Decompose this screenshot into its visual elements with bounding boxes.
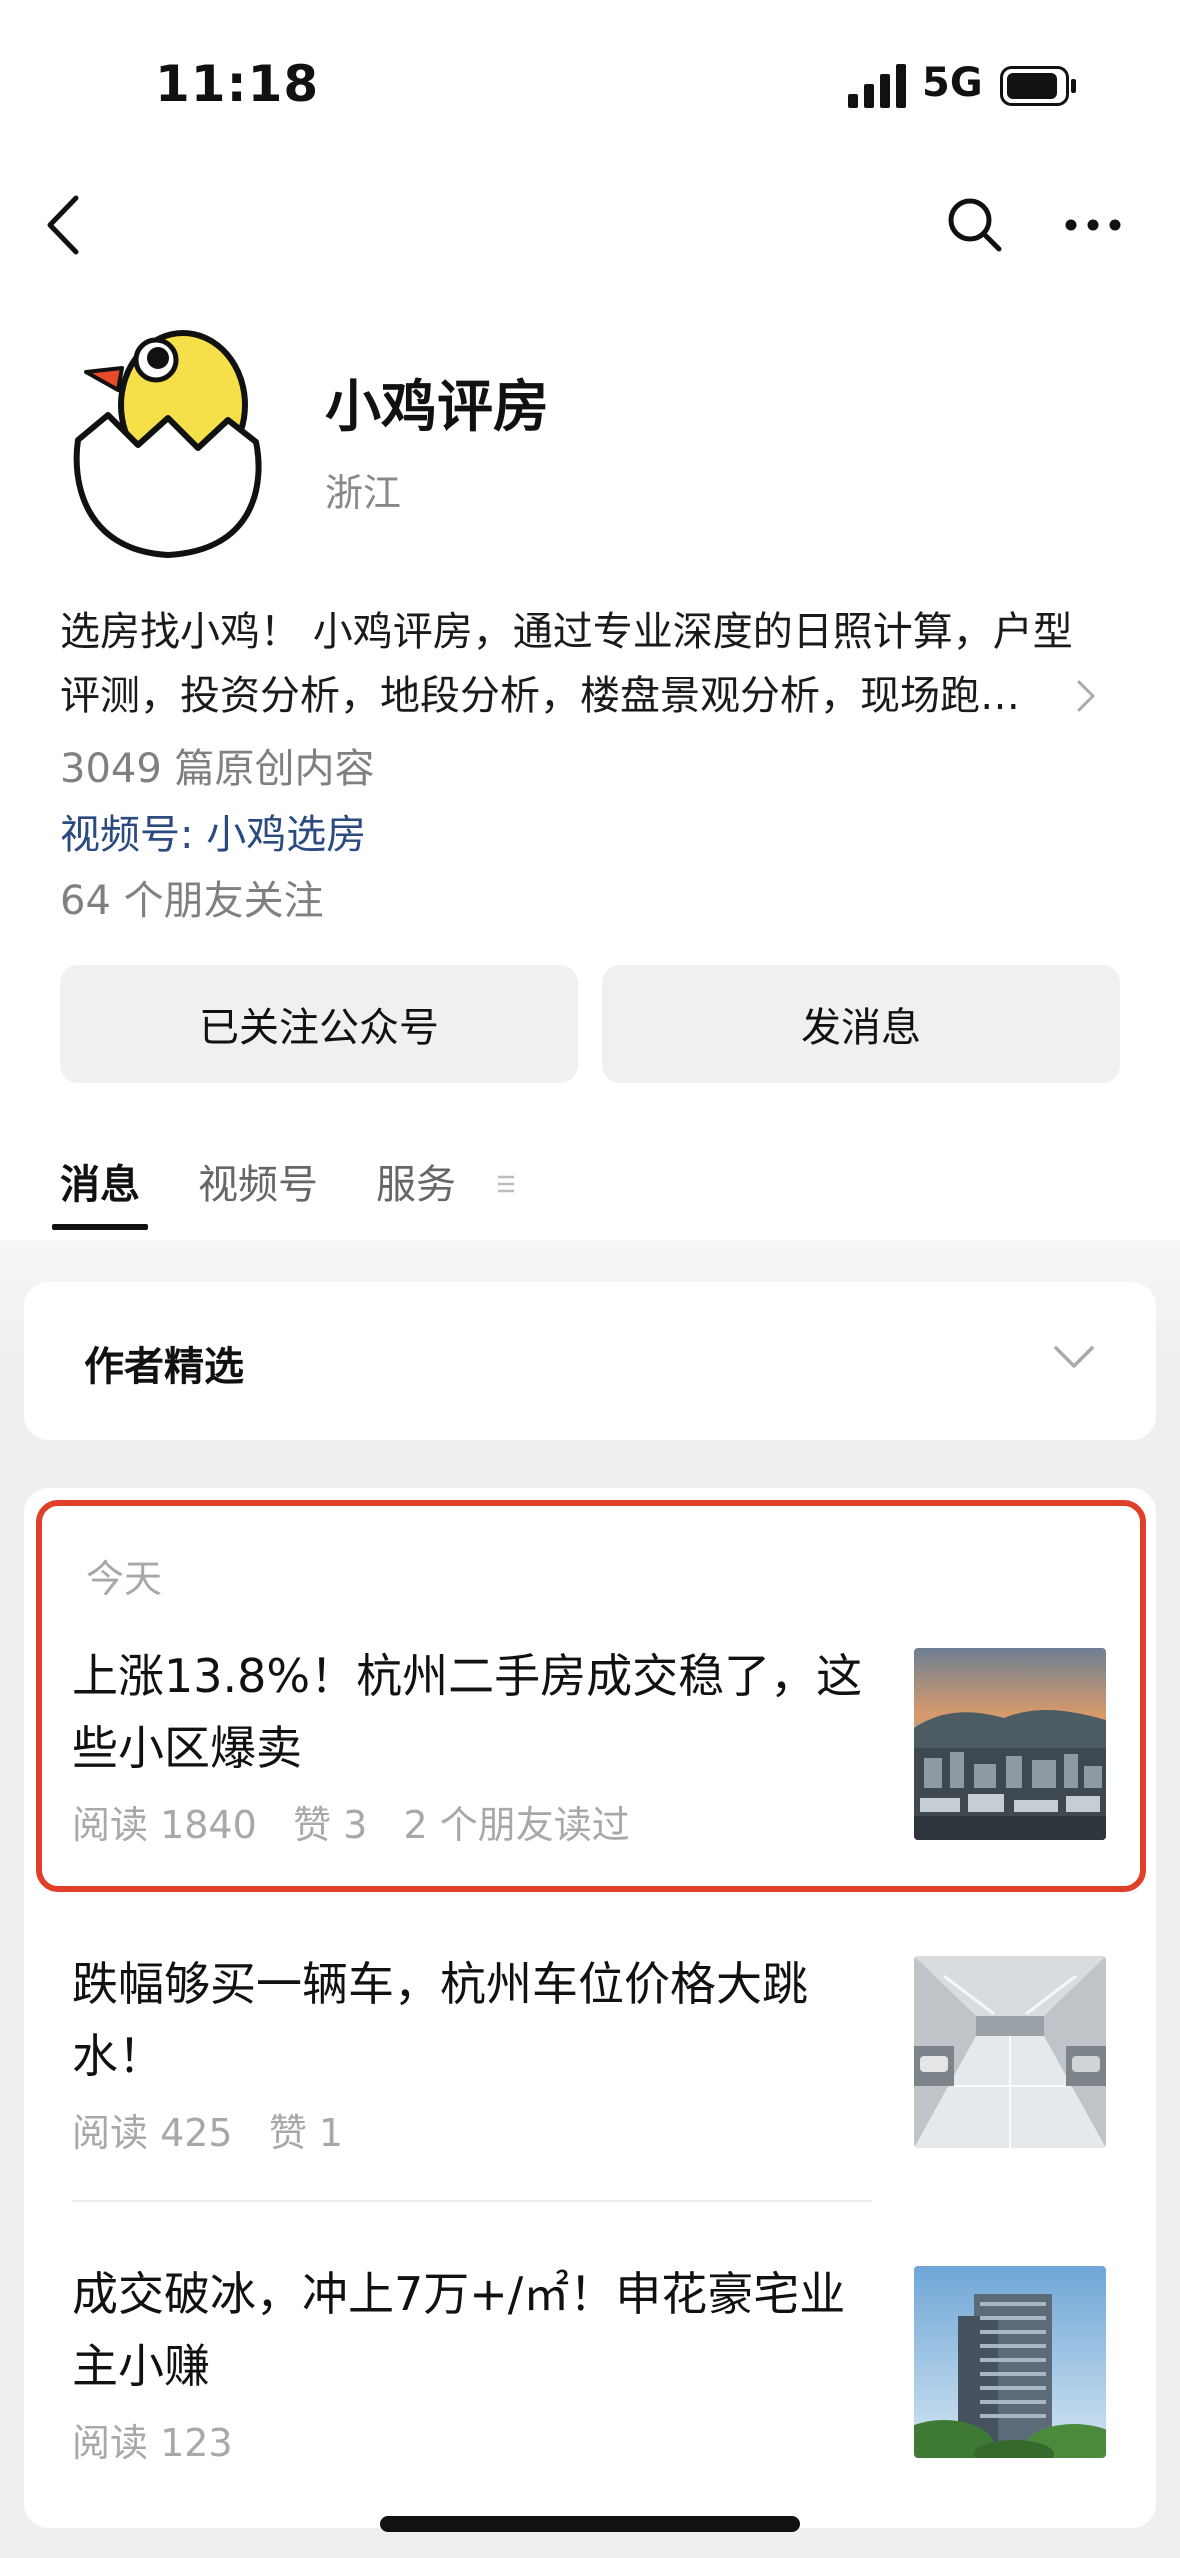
signal-icon [848, 64, 906, 108]
article-item[interactable]: 上涨13.8%！杭州二手房成交稳了，这些小区爆卖 阅读 1840 赞 3 2 个… [72, 1640, 1112, 1860]
send-message-button[interactable]: 发消息 [602, 965, 1120, 1083]
article-title: 上涨13.8%！杭州二手房成交稳了，这些小区爆卖 [72, 1649, 863, 1775]
bio-line-2: 评测，投资分析，地段分析，楼盘景观分析，现场跑… [60, 673, 1020, 719]
article-item[interactable]: 跌幅够买一辆车，杭州车位价格大跳水！ 阅读 425 赞 1 [72, 1948, 1112, 2168]
city-skyline-photo [914, 1648, 1106, 1840]
article-title: 成交破冰，冲上7万+/㎡！申花豪宅业主小赚 [72, 2267, 846, 2393]
chevron-right-icon[interactable] [1075, 678, 1097, 714]
article-meta: 阅读 425 赞 1 [72, 2111, 344, 2155]
chevron-left-icon[interactable] [40, 190, 90, 260]
account-name: 小鸡评房 [325, 375, 549, 440]
author-picks-label: 作者精选 [84, 1344, 244, 1390]
parking-garage-photo [914, 1956, 1106, 2148]
article-item[interactable]: 成交破冰，冲上7万+/㎡！申花豪宅业主小赚 阅读 123 [72, 2258, 1112, 2478]
more-dots-icon[interactable] [1063, 205, 1123, 245]
tab-channels[interactable]: 视频号 [198, 1150, 318, 1230]
menu-lines-icon[interactable] [496, 1172, 516, 1196]
network-type: 5G [922, 60, 983, 106]
tab-messages[interactable]: 消息 [52, 1150, 148, 1230]
channel-link[interactable]: 视频号: 小鸡选房 [60, 802, 366, 860]
tower-building-photo [914, 2266, 1106, 2458]
chevron-down-icon [1054, 1346, 1094, 1368]
account-region: 浙江 [325, 471, 402, 515]
account-bio[interactable]: 选房找小鸡！ 小鸡评房，通过专业深度的日照计算，户型 评测，投资分析，地段分析，… [60, 600, 1120, 728]
article-meta: 阅读 123 [72, 2421, 233, 2465]
original-count: 3049 篇原创内容 [60, 746, 375, 792]
friends-follow[interactable]: 64 个朋友关注 [60, 868, 324, 926]
status-time: 11:18 [155, 55, 320, 113]
tab-bar: 消息 视频号 服务 [52, 1150, 514, 1230]
search-icon[interactable] [945, 195, 1005, 255]
article-title: 跌幅够买一辆车，杭州车位价格大跳水！ [72, 1957, 808, 2083]
author-picks-section[interactable]: 作者精选 [24, 1282, 1156, 1440]
tab-services[interactable]: 服务 [376, 1150, 456, 1230]
date-label: 今天 [86, 1557, 163, 1601]
battery-icon [1000, 66, 1076, 106]
chick-avatar [73, 330, 262, 558]
status-bar: 11:18 5G [0, 0, 1180, 170]
followed-button[interactable]: 已关注公众号 [60, 965, 578, 1083]
article-meta: 阅读 1840 赞 3 2 个朋友读过 [72, 1803, 630, 1847]
bio-line-1: 选房找小鸡！ 小鸡评房，通过专业深度的日照计算，户型 [60, 609, 1073, 655]
home-indicator[interactable] [380, 2516, 800, 2532]
divider [72, 2200, 872, 2202]
